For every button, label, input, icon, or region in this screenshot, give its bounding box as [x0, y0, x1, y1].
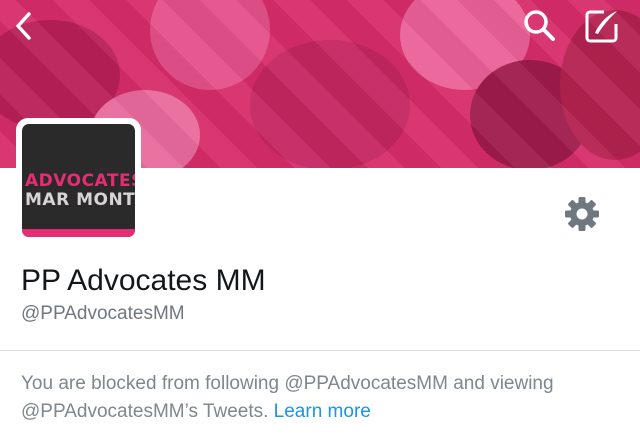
avatar-image: ADVOCATES MAR MONTE [22, 124, 135, 237]
compose-icon [585, 10, 618, 43]
settings-button[interactable] [563, 195, 601, 233]
avatar-text-line2: MAR MONTE [25, 190, 135, 210]
profile-avatar[interactable]: ADVOCATES MAR MONTE [16, 118, 141, 243]
divider [0, 350, 640, 351]
blocked-notice: You are blocked from following @PPAdvoca… [21, 370, 611, 426]
back-button[interactable] [4, 6, 44, 46]
avatar-text-line1: ADVOCATES [25, 171, 135, 191]
compose-button[interactable] [582, 6, 622, 46]
avatar-accent-bar [22, 229, 135, 237]
search-icon [524, 10, 555, 41]
chevron-left-icon [16, 12, 31, 40]
gear-icon [565, 197, 599, 231]
learn-more-link[interactable]: Learn more [274, 401, 371, 422]
search-button[interactable] [520, 6, 560, 46]
profile-display-name: PP Advocates MM [21, 264, 266, 297]
profile-handle: @PPAdvocatesMM [21, 303, 185, 324]
